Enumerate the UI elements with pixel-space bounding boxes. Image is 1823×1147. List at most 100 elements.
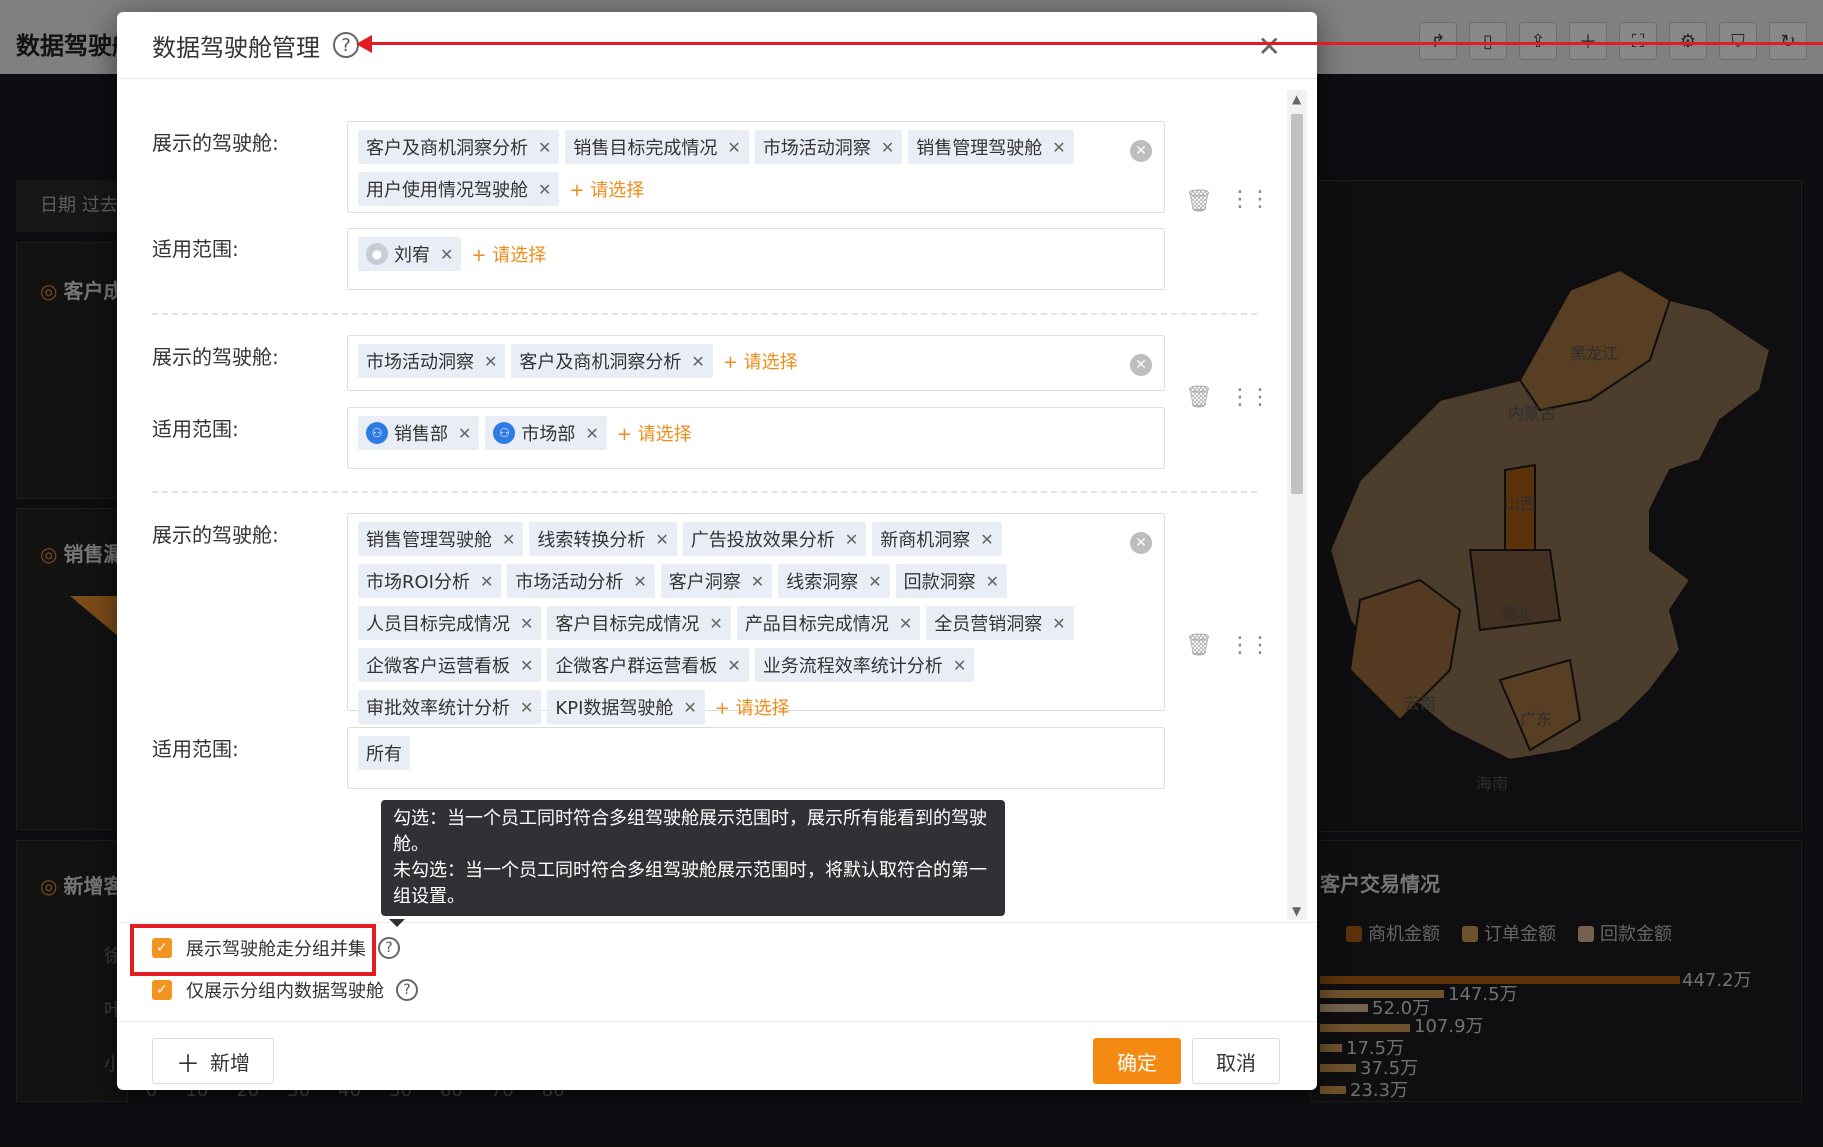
delete-group-icon[interactable]: 🗑 <box>1185 189 1213 214</box>
remove-tag-icon[interactable]: ✕ <box>1052 138 1065 157</box>
cockpit-tag: 广告投放效果分析 ✕ <box>682 522 867 556</box>
plus-icon: ＋ <box>176 1049 200 1078</box>
remove-tag-icon[interactable]: ✕ <box>727 656 740 675</box>
remove-tag-icon[interactable]: ✕ <box>484 352 497 371</box>
add-scope-link[interactable]: + 请选择 <box>471 237 546 271</box>
add-group-button[interactable]: ＋ 新增 <box>152 1038 274 1084</box>
delete-group-icon[interactable]: 🗑 <box>1185 633 1213 658</box>
cockpit-tag: 回款洞察 ✕ <box>895 564 1008 598</box>
drag-handle-icon[interactable]: ⋮⋮ <box>1229 633 1271 658</box>
help-icon[interactable]: ? <box>378 937 400 959</box>
cockpit-tag: 客户及商机洞察分析 ✕ <box>358 130 560 164</box>
dialog-footer: ＋ 新增 确定 取消 <box>117 1021 1317 1090</box>
scroll-thumb[interactable] <box>1291 114 1303 494</box>
remove-tag-icon[interactable]: ✕ <box>1052 614 1065 633</box>
cockpit-tag: 线索洞察 ✕ <box>778 564 890 598</box>
dialog-body: 展示的驾驶舱: 客户及商机洞察分析 ✕ 销售目标完成情况 ✕ 市场活动洞察 ✕ 销售管… <box>117 79 1317 921</box>
remove-tag-icon[interactable]: ✕ <box>691 352 704 371</box>
cockpit-tag: 销售目标完成情况 ✕ <box>565 130 749 164</box>
drag-handle-icon[interactable]: ⋮⋮ <box>1229 385 1271 410</box>
scope-label: 适用范围: <box>152 417 239 441</box>
remove-tag-icon[interactable]: ✕ <box>520 698 533 717</box>
remove-tag-icon[interactable]: ✕ <box>727 138 740 157</box>
remove-tag-icon[interactable]: ✕ <box>845 530 858 549</box>
clear-icon[interactable]: ✕ <box>1130 140 1152 162</box>
close-icon[interactable]: ✕ <box>1258 30 1281 63</box>
cockpit-tag: 销售管理驾驶舱 ✕ <box>908 130 1074 164</box>
annotation-highlight-box <box>130 924 376 976</box>
remove-tag-icon[interactable]: ✕ <box>480 572 493 591</box>
cockpit-tag: 市场活动洞察 ✕ <box>754 130 903 164</box>
remove-tag-icon[interactable]: ✕ <box>881 138 894 157</box>
department-icon: ⚇ <box>366 422 388 444</box>
clear-icon[interactable]: ✕ <box>1130 354 1152 376</box>
cockpit-select[interactable]: 市场活动洞察 ✕ 客户及商机洞察分析 ✕ + 请选择 ✕ <box>347 335 1165 391</box>
remove-tag-icon[interactable]: ✕ <box>899 614 912 633</box>
remove-tag-icon[interactable]: ✕ <box>868 572 881 591</box>
tooltip-text: 勾选：当一个员工同时符合多组驾驶舱展示范围时，展示所有能看到的驾驶舱。 未勾选：… <box>393 808 987 907</box>
cockpit-select[interactable]: 客户及商机洞察分析 ✕ 销售目标完成情况 ✕ 市场活动洞察 ✕ 销售管理驾驶舱 ✕ 用户… <box>347 121 1165 213</box>
cockpit-tag: 线索转换分析 ✕ <box>529 522 677 556</box>
remove-tag-icon[interactable]: ✕ <box>953 656 966 675</box>
department-icon: ⚇ <box>493 422 516 444</box>
confirm-button[interactable]: 确定 <box>1093 1038 1181 1084</box>
scope-select[interactable]: ⚇ 销售部 ✕ ⚇ 市场部 ✕ + 请选择 <box>347 407 1165 469</box>
annotation-arrow-head <box>356 35 372 53</box>
delete-group-icon[interactable]: 🗑 <box>1185 385 1213 410</box>
cockpit-tag: 客户及商机洞察分析 ✕ <box>511 344 713 378</box>
checkbox-checked-icon[interactable]: ✓ <box>152 980 172 1000</box>
group-divider <box>152 313 1257 315</box>
remove-tag-icon[interactable]: ✕ <box>683 698 696 717</box>
scroll-down-icon[interactable]: ▼ <box>1292 904 1301 918</box>
scope-tag: ⚇ 销售部 ✕ <box>358 416 480 450</box>
add-cockpit-link[interactable]: + 请选择 <box>723 344 798 378</box>
group-only-option[interactable]: ✓ 仅展示分组内数据驾驶舱 ? <box>152 977 418 1003</box>
cockpit-tag: 企微客户运营看板 ✕ <box>358 648 542 682</box>
dialog-header: 数据驾驶舱管理 ? ✕ <box>117 12 1317 79</box>
cockpit-tag: 产品目标完成情况 ✕ <box>736 606 921 640</box>
option-label: 仅展示分组内数据驾驶舱 <box>186 981 384 1002</box>
add-group-label: 新增 <box>210 1050 250 1075</box>
remove-tag-icon[interactable]: ✕ <box>986 572 999 591</box>
cancel-button[interactable]: 取消 <box>1192 1038 1280 1084</box>
remove-tag-icon[interactable]: ✕ <box>980 530 993 549</box>
cockpit-tag: 人员目标完成情况 ✕ <box>358 606 542 640</box>
scroll-up-icon[interactable]: ▲ <box>1292 92 1301 106</box>
cockpit-tag: 客户洞察 ✕ <box>660 564 773 598</box>
cockpit-tag: 业务流程效率统计分析 ✕ <box>754 648 975 682</box>
cockpit-tag: 销售管理驾驶舱 ✕ <box>358 522 524 556</box>
cockpit-select[interactable]: 销售管理驾驶舱 ✕ 线索转换分析 ✕ 广告投放效果分析 ✕ 新商机洞察 ✕ 市场ROI分… <box>347 513 1165 724</box>
add-scope-link[interactable]: + 请选择 <box>617 416 692 450</box>
remove-tag-icon[interactable]: ✕ <box>538 180 551 199</box>
remove-tag-icon[interactable]: ✕ <box>751 572 764 591</box>
dialog-scrollbar[interactable]: ▲ ▼ <box>1287 90 1307 920</box>
scope-select[interactable]: ● 刘宥 ✕ + 请选择 <box>347 228 1165 290</box>
remove-tag-icon[interactable]: ✕ <box>520 614 533 633</box>
remove-tag-icon[interactable]: ✕ <box>538 138 551 157</box>
remove-tag-icon[interactable]: ✕ <box>585 424 598 443</box>
remove-tag-icon[interactable]: ✕ <box>655 530 668 549</box>
add-cockpit-link[interactable]: + 请选择 <box>715 690 790 724</box>
remove-tag-icon[interactable]: ✕ <box>520 656 533 675</box>
help-icon[interactable]: ? <box>396 979 418 1001</box>
user-avatar-icon: ● <box>366 243 388 265</box>
cockpit-label: 展示的驾驶舱: <box>152 131 279 155</box>
cockpit-tag: 全员营销洞察 ✕ <box>926 606 1074 640</box>
cockpit-tag: 市场活动分析 ✕ <box>507 564 655 598</box>
remove-tag-icon[interactable]: ✕ <box>709 614 722 633</box>
remove-tag-icon[interactable]: ✕ <box>502 530 515 549</box>
add-cockpit-link[interactable]: + 请选择 <box>569 172 644 206</box>
scope-tag: ● 刘宥 ✕ <box>358 237 462 271</box>
scope-select[interactable]: 所有 <box>347 727 1165 789</box>
remove-tag-icon[interactable]: ✕ <box>633 572 646 591</box>
remove-tag-icon[interactable]: ✕ <box>440 245 453 264</box>
dialog-title: 数据驾驶舱管理 <box>152 34 320 62</box>
cockpit-tag: KPI数据驾驶舱 ✕ <box>547 690 705 724</box>
cockpit-tag: 市场ROI分析 ✕ <box>358 564 502 598</box>
cockpit-label: 展示的驾驶舱: <box>152 345 279 369</box>
drag-handle-icon[interactable]: ⋮⋮ <box>1229 187 1271 212</box>
scope-tag: ⚇ 市场部 ✕ <box>485 416 607 450</box>
cockpit-tag: 企微客户群运营看板 ✕ <box>547 648 749 682</box>
remove-tag-icon[interactable]: ✕ <box>458 424 471 443</box>
clear-icon[interactable]: ✕ <box>1130 532 1152 554</box>
